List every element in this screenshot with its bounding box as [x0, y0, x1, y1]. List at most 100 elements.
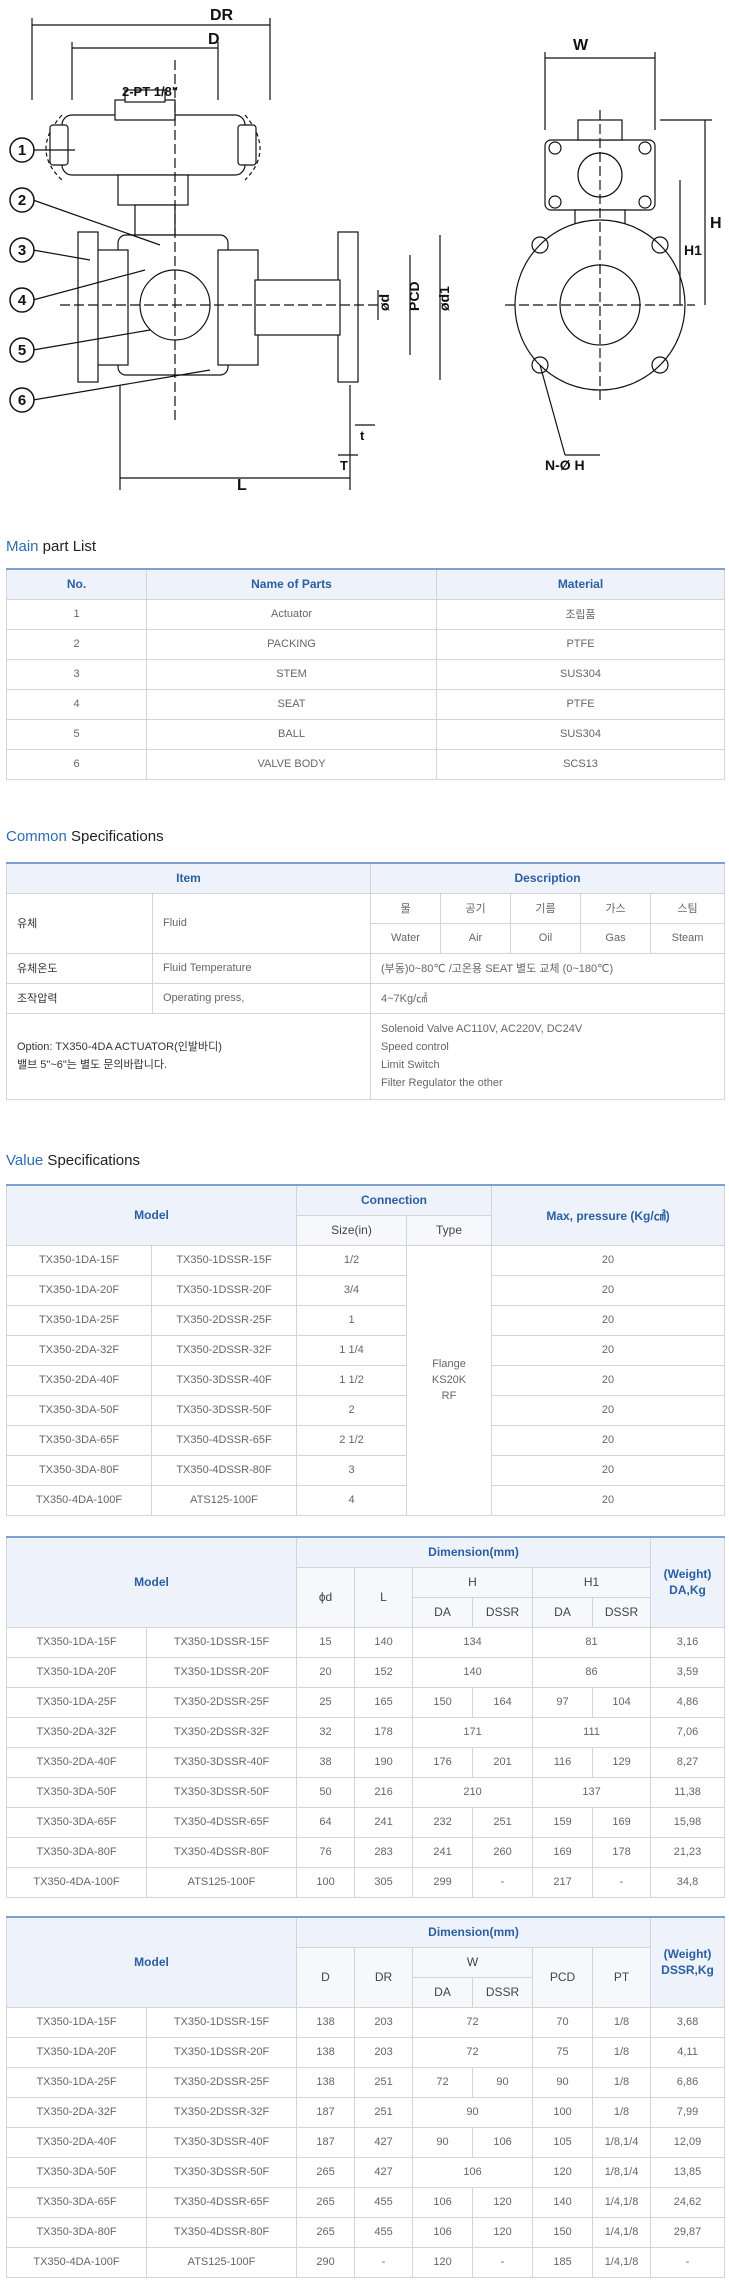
parts-row: 6 VALVE BODY SCS13 — [6, 748, 725, 780]
dim-phid: 20 — [296, 1656, 356, 1688]
size-in: 2 1/2 — [296, 1424, 408, 1456]
media-kr-air: 공기 — [440, 892, 511, 924]
t2-header-h-da: DA — [412, 1596, 474, 1628]
model-dssr: TX350-1DSSR-20F — [150, 1274, 298, 1306]
actuator-row: TX350-1DA-15F TX350-1DSSR-15F 138 203 72 70 1/… — [6, 2006, 726, 2038]
dim-h1: 81 — [532, 1626, 652, 1658]
dimension-row: TX350-4DA-100F ATS125-100F 100 305 299-217-3… — [6, 1866, 726, 1898]
dim-phid: 32 — [296, 1716, 356, 1748]
weight-dssr: 4,11 — [650, 2036, 726, 2068]
callout-5: 5 — [18, 342, 26, 359]
part-no: 3 — [6, 658, 147, 690]
dimension-row: TX350-1DA-20F TX350-1DSSR-20F 20 152 140 86 3,… — [6, 1656, 726, 1688]
dim-l: 152 — [354, 1656, 414, 1688]
model-da: TX350-1DA-25F — [6, 1686, 147, 1718]
fluid-label-kr: 유체 — [6, 892, 153, 954]
dimension-row: TX350-3DA-65F TX350-4DSSR-65F 64 241 232 251 1… — [6, 1806, 726, 1838]
dim-pcd-label: PCD — [406, 281, 422, 311]
model-da: TX350-1DA-25F — [6, 2066, 147, 2098]
model-dssr: TX350-1DSSR-15F — [145, 1626, 298, 1658]
part-material: PTFE — [436, 628, 725, 660]
model-dssr: TX350-2DSSR-32F — [150, 1334, 298, 1366]
dim-dr: 455 — [354, 2186, 414, 2218]
press-label-en: Operating press, — [152, 982, 371, 1014]
t2-header-weight: (Weight) DA,Kg — [650, 1536, 726, 1628]
t1-header-model: Model — [5, 1184, 298, 1246]
weight-dssr: 7,99 — [650, 2096, 726, 2128]
model-dssr: TX350-4DSSR-80F — [150, 1454, 298, 1486]
dim-phid: 76 — [296, 1836, 356, 1868]
dim-w-dssr: - — [472, 2246, 534, 2278]
t3-header-dimension: Dimension(mm) — [296, 1916, 652, 1948]
model-da: TX350-3DA-50F — [6, 1394, 152, 1426]
dim-h-dssr: 201 — [472, 1746, 534, 1778]
dim-dr: 251 — [354, 2096, 414, 2128]
model-da: TX350-4DA-100F — [6, 2246, 147, 2278]
dim-pcd: 75 — [532, 2036, 594, 2068]
model-da: TX350-3DA-80F — [6, 1454, 152, 1486]
weight-da: 34,8 — [650, 1866, 726, 1898]
dim-h1-dssr: 104 — [592, 1686, 652, 1718]
t3-header-weight: (Weight) DSSR,Kg — [650, 1916, 726, 2008]
dim-d: 187 — [296, 2096, 356, 2128]
model-dssr: TX350-2DSSR-25F — [150, 1304, 298, 1336]
t2-header-weight-line1: (Weight) — [663, 1567, 712, 1582]
max-pressure: 20 — [491, 1424, 726, 1456]
t3-header-w: W — [412, 1946, 534, 1978]
value-title-highlight: Value — [6, 1152, 44, 1169]
dim-dr: 203 — [354, 2006, 414, 2038]
model-da: TX350-1DA-20F — [6, 1656, 147, 1688]
dim-phi-d-label: ød — [376, 294, 392, 311]
dim-phid: 50 — [296, 1776, 356, 1808]
part-name: Actuator — [146, 598, 437, 630]
model-dssr: TX350-1DSSR-15F — [145, 2006, 298, 2038]
dimension-row: TX350-3DA-80F TX350-4DSSR-80F 76 283 241 260 1… — [6, 1836, 726, 1868]
dim-h1-da: 97 — [532, 1686, 594, 1718]
dim-pcd: 140 — [532, 2186, 594, 2218]
fluid-label-en: Fluid — [152, 892, 371, 954]
media-en-gas: Gas — [580, 922, 651, 954]
model-da: TX350-1DA-15F — [6, 1626, 147, 1658]
model-dssr: TX350-3DSSR-50F — [145, 2156, 298, 2188]
dimension-row: TX350-2DA-32F TX350-2DSSR-32F 32 178 171 111 7… — [6, 1716, 726, 1748]
part-name: VALVE BODY — [146, 748, 437, 780]
t3-header-w-dssr: DSSR — [472, 1976, 534, 2008]
dim-pt: 1/4,1/8 — [592, 2186, 652, 2218]
model-dssr: TX350-1DSSR-20F — [145, 2036, 298, 2068]
dim-w-da: 90 — [412, 2126, 474, 2158]
parts-section-title: Main part List — [6, 538, 96, 555]
model-dssr: TX350-3DSSR-40F — [145, 1746, 298, 1778]
option-note: Option: TX350-4DA ACTUATOR(인발바디) 밸브 5"~6… — [6, 1012, 371, 1100]
dim-h1: 137 — [532, 1776, 652, 1808]
common-section-title: Common Specifications — [6, 828, 164, 845]
dim-phid: 38 — [296, 1746, 356, 1778]
connection-row: TX350-2DA-32F TX350-2DSSR-32F 1 1/4 20 — [6, 1334, 726, 1366]
connection-row: TX350-1DA-15F TX350-1DSSR-15F 1/2 Flange KS2… — [6, 1244, 726, 1516]
size-in: 3/4 — [296, 1274, 408, 1306]
callout-2: 2 — [18, 192, 26, 209]
t3-header-pt: PT — [592, 1946, 652, 2008]
dim-dr: 427 — [354, 2126, 414, 2158]
option-value-limit: Limit Switch — [381, 1059, 440, 1071]
part-name: STEM — [146, 658, 437, 690]
part-name: SEAT — [146, 688, 437, 720]
weight-dssr: 13,85 — [650, 2156, 726, 2188]
weight-da: 11,38 — [650, 1776, 726, 1808]
dim-pt: 1/8 — [592, 2006, 652, 2038]
dim-w-dssr: 90 — [472, 2066, 534, 2098]
weight-dssr: 29,87 — [650, 2216, 726, 2248]
value-connection-table: Model Connection Max, pressure (Kg/㎠) Si… — [5, 1184, 726, 1516]
t2-header-model: Model — [5, 1536, 298, 1628]
connection-type-line: Flange — [432, 1358, 466, 1370]
dim-l: 190 — [354, 1746, 414, 1778]
t2-header-weight-line2: DA,Kg — [669, 1583, 706, 1598]
model-da: TX350-2DA-40F — [6, 1746, 147, 1778]
max-pressure: 20 — [491, 1334, 726, 1366]
temp-label-en: Fluid Temperature — [152, 952, 371, 984]
dim-h-dssr: 164 — [472, 1686, 534, 1718]
dim-h: 210 — [412, 1776, 534, 1808]
dim-pt: 1/8,1/4 — [592, 2156, 652, 2188]
parts-row: 1 Actuator 조립품 — [6, 598, 725, 630]
t3-header-d: D — [296, 1946, 356, 2008]
media-kr-gas: 가스 — [580, 892, 651, 924]
